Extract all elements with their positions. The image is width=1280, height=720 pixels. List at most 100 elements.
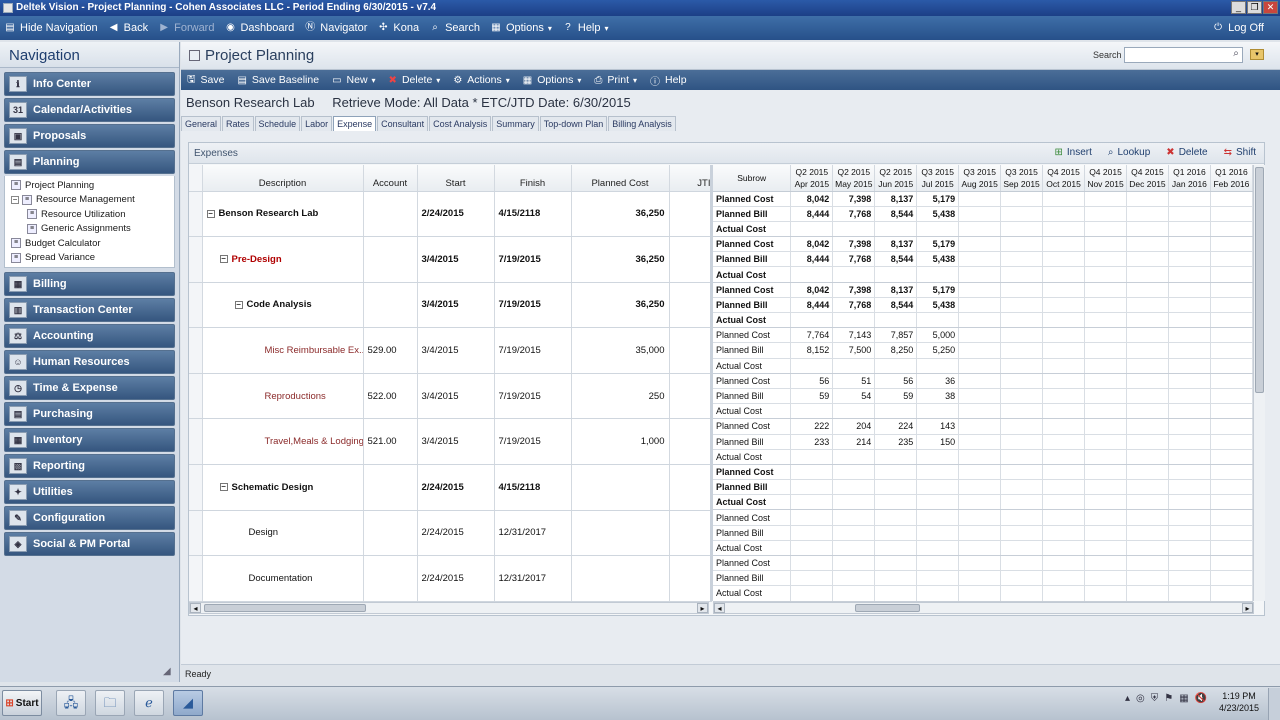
period-value-cell[interactable]: 5,179 [916, 282, 960, 298]
account-cell[interactable] [363, 510, 418, 557]
period-value-cell[interactable] [832, 266, 876, 283]
period-value-cell[interactable] [958, 555, 1002, 572]
period-value-cell[interactable] [1168, 388, 1211, 405]
period-value-cell[interactable] [1042, 494, 1086, 511]
description-cell[interactable]: Travel,Meals & Lodging [202, 418, 364, 466]
period-value-cell[interactable] [1210, 388, 1254, 405]
planned-cost-cell[interactable] [571, 464, 670, 511]
period-value-cell[interactable]: 56 [790, 373, 834, 389]
period-value-cell[interactable] [832, 540, 876, 557]
module-accounting[interactable]: ⚖ Accounting [4, 324, 175, 348]
tab-general[interactable]: General [181, 116, 222, 131]
period-value-cell[interactable] [790, 464, 834, 481]
period-value-cell[interactable]: 8,042 [790, 282, 834, 298]
start-button[interactable]: ⊞ Start [2, 690, 42, 716]
period-value-cell[interactable] [790, 494, 834, 511]
period-value-cell[interactable] [1000, 388, 1044, 405]
period-value-cell[interactable] [1000, 266, 1044, 283]
planned-cost-cell[interactable] [571, 555, 670, 602]
subrow[interactable]: Actual Cost [713, 221, 1254, 238]
period-value-cell[interactable] [874, 479, 918, 496]
period-value-cell[interactable]: 150 [916, 434, 960, 450]
period-value-cell[interactable] [1042, 251, 1086, 268]
start-cell[interactable]: 2/24/2015 [417, 191, 495, 238]
period-value-cell[interactable]: 5,438 [916, 206, 960, 222]
period-value-cell[interactable] [1084, 494, 1127, 511]
finish-cell[interactable]: 12/31/2017 [494, 555, 572, 602]
description-cell[interactable]: − Schematic Design [202, 464, 364, 511]
tray-shield-icon[interactable]: ⛨ [1151, 693, 1159, 704]
period-value-cell[interactable] [1210, 358, 1254, 374]
finish-cell[interactable]: 7/19/2015 [494, 236, 572, 283]
navigator-button[interactable]: Ⓝ Navigator [300, 16, 373, 40]
period-value-cell[interactable]: 7,764 [790, 327, 834, 344]
subrow[interactable]: Planned Cost [713, 555, 1254, 572]
module-billing[interactable]: ▦ Billing [4, 272, 175, 296]
period-value-cell[interactable] [1210, 555, 1254, 572]
account-cell[interactable]: 521.00 [363, 418, 418, 466]
planned-cost-cell[interactable]: 250 [571, 373, 670, 420]
start-cell[interactable]: 2/24/2015 [417, 464, 495, 511]
period-value-cell[interactable] [916, 479, 960, 496]
period-value-cell[interactable] [958, 327, 1002, 344]
right-scroll-thumb[interactable] [855, 604, 920, 612]
period-value-cell[interactable] [1126, 282, 1169, 298]
period-value-cell[interactable] [1210, 540, 1254, 557]
collapse-icon[interactable]: − [206, 209, 215, 218]
period-value-cell[interactable] [832, 403, 876, 420]
subrow[interactable]: Planned Bill 233 214 235 150 [713, 434, 1254, 450]
period-value-cell[interactable] [1000, 434, 1044, 450]
period-value-cell[interactable] [1210, 221, 1254, 238]
tab-cost-analysis[interactable]: Cost Analysis [429, 116, 492, 131]
period-value-cell[interactable]: 5,179 [916, 236, 960, 253]
column-header-jtd[interactable]: JTI [669, 165, 712, 192]
period-value-cell[interactable] [1168, 266, 1211, 283]
new-menu[interactable]: ▭ New ▾ [326, 74, 382, 86]
period-value-cell[interactable] [1084, 251, 1127, 268]
finish-cell[interactable]: 7/19/2015 [494, 282, 572, 329]
period-value-cell[interactable] [1168, 449, 1211, 465]
table-row[interactable]: − Schematic Design 2/24/2015 4/15/2118 [189, 464, 712, 511]
period-value-cell[interactable] [1000, 358, 1044, 374]
period-value-cell[interactable] [1042, 206, 1086, 222]
period-value-cell[interactable] [790, 585, 834, 602]
favorites-folder-icon[interactable]: ▾ [1250, 49, 1264, 60]
account-cell[interactable]: 529.00 [363, 327, 418, 374]
taskbar-deltek-vision-icon[interactable]: ◢ [173, 690, 203, 716]
subrow[interactable]: Actual Cost [713, 312, 1254, 329]
jtd-cell[interactable] [669, 236, 712, 283]
start-cell[interactable]: 2/24/2015 [417, 510, 495, 557]
start-cell[interactable]: 3/4/2015 [417, 236, 495, 283]
period-value-cell[interactable] [958, 221, 1002, 238]
period-value-cell[interactable] [874, 494, 918, 511]
module-utilities[interactable]: ✦ Utilities [4, 480, 175, 504]
tray-app-icon[interactable]: ◎ [1136, 693, 1145, 704]
period-value-cell[interactable] [1126, 434, 1169, 450]
period-value-cell[interactable] [1084, 585, 1127, 602]
collapse-icon[interactable]: − [11, 195, 19, 204]
period-value-cell[interactable] [1042, 373, 1086, 389]
period-value-cell[interactable] [832, 479, 876, 496]
period-header[interactable]: Q3 2015 Jul 2015 [916, 165, 960, 192]
table-row[interactable]: Misc Reimbursable Ex... 529.00 3/4/2015 … [189, 327, 712, 374]
period-value-cell[interactable] [1126, 449, 1169, 465]
period-value-cell[interactable] [832, 570, 876, 587]
table-row[interactable]: − Pre-Design 3/4/2015 7/19/2015 36,250 [189, 236, 712, 283]
finish-cell[interactable]: 7/19/2015 [494, 418, 572, 466]
period-value-cell[interactable] [1042, 327, 1086, 344]
period-value-cell[interactable] [1000, 297, 1044, 314]
logoff-button[interactable]: ⏻ Log Off [1208, 16, 1270, 40]
period-value-cell[interactable]: 8,042 [790, 236, 834, 253]
jtd-cell[interactable] [669, 510, 712, 557]
planned-cost-cell[interactable]: 35,000 [571, 327, 670, 374]
period-value-cell[interactable]: 8,137 [874, 282, 918, 298]
period-value-cell[interactable]: 8,152 [790, 342, 834, 359]
back-button[interactable]: ◀ Back [104, 16, 154, 40]
period-value-cell[interactable] [1000, 464, 1044, 481]
start-cell[interactable]: 3/4/2015 [417, 282, 495, 329]
period-header[interactable]: Q4 2015 Dec 2015 [1126, 165, 1169, 192]
period-value-cell[interactable]: 143 [916, 418, 960, 435]
system-clock[interactable]: 1:19 PM 4/23/2015 [1214, 690, 1264, 714]
period-value-cell[interactable]: 204 [832, 418, 876, 435]
period-value-cell[interactable] [1168, 342, 1211, 359]
